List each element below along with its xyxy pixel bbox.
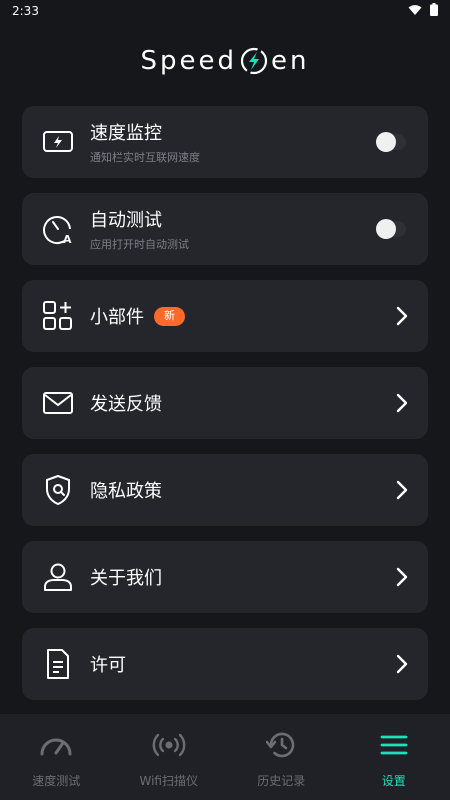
setting-privacy-policy[interactable]: 隐私政策 xyxy=(22,454,428,526)
nav-label: 历史记录 xyxy=(257,774,306,788)
chevron-right-icon xyxy=(394,652,410,676)
toggle-knob xyxy=(376,132,396,152)
nav-label: 设置 xyxy=(381,774,406,788)
monitor-icon xyxy=(42,126,74,158)
setting-title: 发送反馈 xyxy=(90,394,162,415)
setting-auto-test[interactable]: A 自动测试 应用打开时自动测试 xyxy=(22,193,428,265)
setting-title: 关于我们 xyxy=(90,568,162,589)
nav-settings[interactable]: 设置 xyxy=(338,714,450,800)
speed-monitor-toggle[interactable] xyxy=(376,132,406,152)
setting-subtitle: 应用打开时自动测试 xyxy=(90,238,189,251)
chevron-right-icon xyxy=(394,391,410,415)
nav-wifi-scanner[interactable]: Wifi扫描仪 xyxy=(113,714,226,800)
chevron-right-icon xyxy=(394,304,410,328)
status-time: 2:33 xyxy=(12,4,39,18)
logo-text-left: Speed xyxy=(140,46,238,76)
menu-icon xyxy=(376,730,412,760)
lightning-bolt-icon xyxy=(239,46,269,76)
setting-title: 小部件 xyxy=(90,307,144,328)
svg-text:A: A xyxy=(63,233,72,245)
battery-icon xyxy=(430,3,438,19)
setting-license[interactable]: 许可 xyxy=(22,628,428,700)
nav-label: Wifi扫描仪 xyxy=(139,774,199,788)
auto-test-gauge-icon: A xyxy=(42,213,74,245)
toggle-knob xyxy=(376,219,396,239)
setting-speed-monitor[interactable]: 速度监控 通知栏实时互联网速度 xyxy=(22,106,428,178)
bottom-nav: 速度测试 Wifi扫描仪 历史记录 设置 xyxy=(0,714,450,800)
setting-title: 自动测试 xyxy=(90,210,162,231)
chevron-right-icon xyxy=(394,565,410,589)
setting-widgets[interactable]: 小部件 新 xyxy=(22,280,428,352)
setting-about-us[interactable]: 关于我们 xyxy=(22,541,428,613)
status-icons xyxy=(408,3,438,19)
nav-history[interactable]: 历史记录 xyxy=(225,714,338,800)
settings-list: 速度监控 通知栏实时互联网速度 A 自动测试 应用打开时自动测试 小部件 新 发… xyxy=(22,106,428,715)
setting-feedback[interactable]: 发送反馈 xyxy=(22,367,428,439)
logo-text-right: en xyxy=(271,46,310,76)
wifi-icon xyxy=(408,4,422,19)
person-icon xyxy=(42,561,74,593)
privacy-shield-icon xyxy=(42,474,74,506)
speedometer-icon xyxy=(38,730,74,760)
app-logo: Speed en xyxy=(0,44,450,78)
new-badge: 新 xyxy=(154,306,185,326)
status-bar: 2:33 xyxy=(0,0,450,22)
document-icon xyxy=(42,648,74,680)
setting-title: 许可 xyxy=(90,655,126,676)
setting-subtitle: 通知栏实时互联网速度 xyxy=(90,151,200,164)
nav-speed-test[interactable]: 速度测试 xyxy=(0,714,113,800)
setting-title: 速度监控 xyxy=(90,123,162,144)
history-icon xyxy=(263,730,299,760)
widgets-icon xyxy=(42,300,74,332)
wifi-scan-icon xyxy=(151,730,187,760)
nav-label: 速度测试 xyxy=(32,774,81,788)
mail-icon xyxy=(42,387,74,419)
setting-title: 隐私政策 xyxy=(90,481,162,502)
auto-test-toggle[interactable] xyxy=(376,219,406,239)
chevron-right-icon xyxy=(394,478,410,502)
